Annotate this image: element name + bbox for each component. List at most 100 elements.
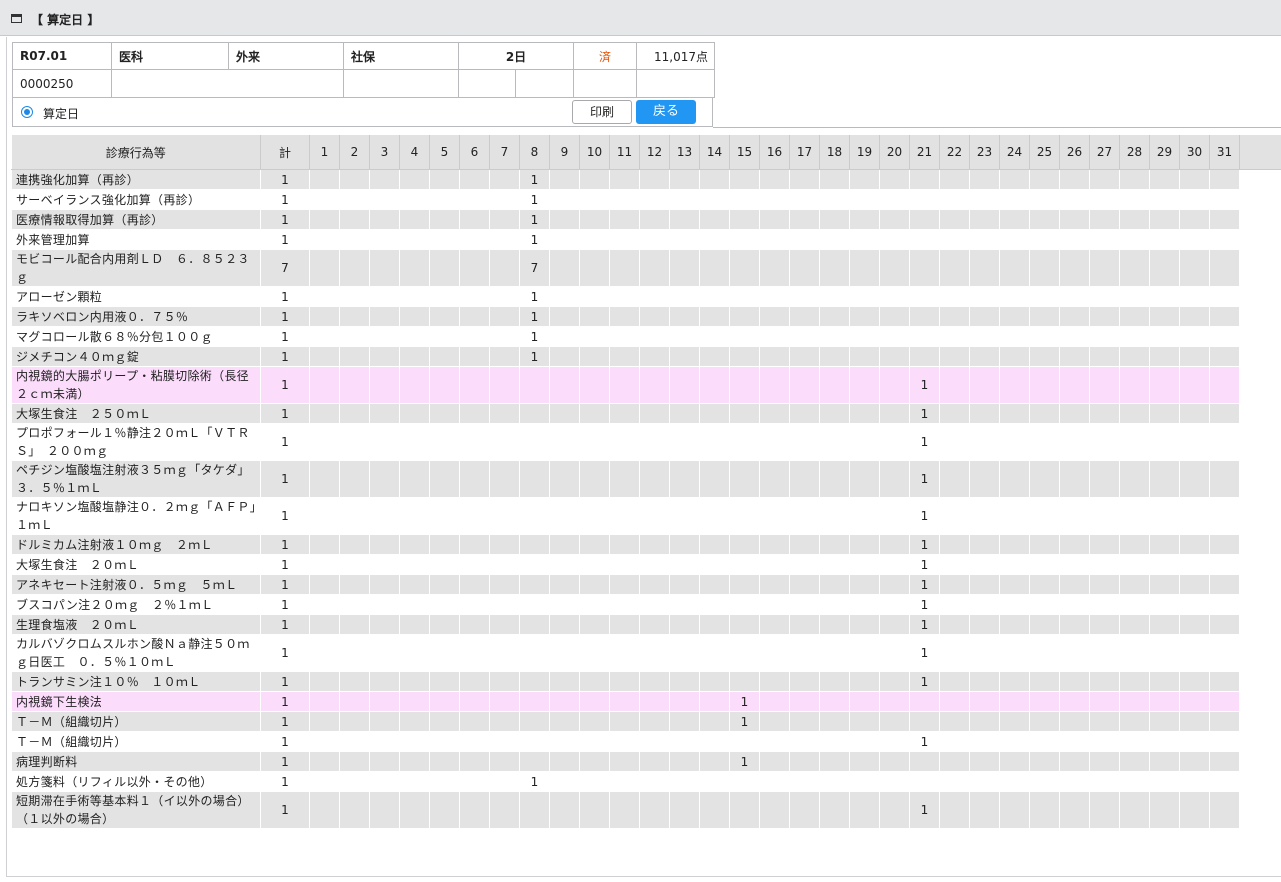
- table-row[interactable]: プロポフォール１％静注２０ｍＬ「ＶＴＲＳ」 ２００ｍｇ 1 1: [11, 423, 1281, 461]
- day-cell-10: [579, 169, 610, 190]
- day-cell-5: [429, 497, 460, 535]
- day-cell-24: [999, 346, 1030, 367]
- day-cell-5: [429, 423, 460, 461]
- header-day-27: 27: [1089, 135, 1120, 170]
- table-row[interactable]: サーベイランス強化加算（再診） 1 1: [11, 189, 1281, 210]
- back-button[interactable]: 戻る: [636, 100, 696, 124]
- day-cell-1: [309, 366, 340, 404]
- day-cell-9: [549, 751, 580, 772]
- day-cell-6: [459, 574, 490, 595]
- day-cell-24: [999, 249, 1030, 287]
- table-row[interactable]: Ｔ－Ｍ（組織切片） 1 1: [11, 711, 1281, 732]
- day-cell-28: [1119, 731, 1150, 752]
- day-cell-2: [339, 554, 370, 575]
- header-day-20: 20: [879, 135, 910, 170]
- day-cell-21: [909, 751, 940, 772]
- day-cell-18: [819, 594, 850, 615]
- day-cell-14: [699, 497, 730, 535]
- day-cell-16: [759, 497, 790, 535]
- table-row[interactable]: 内視鏡下生検法 1 1: [11, 691, 1281, 712]
- day-cell-10: [579, 614, 610, 635]
- day-cell-12: [639, 306, 670, 327]
- row-total: 1: [260, 791, 310, 829]
- table-row[interactable]: マグコロール散６８％分包１００ｇ 1 1: [11, 326, 1281, 347]
- table-row[interactable]: カルバゾクロムスルホン酸Ｎａ静注５０ｍｇ日医工 ０．５％１０ｍＬ 1 1: [11, 634, 1281, 672]
- day-cell-9: [549, 249, 580, 287]
- table-row[interactable]: 生理食塩液 ２０ｍＬ 1 1: [11, 614, 1281, 635]
- table-row[interactable]: ブスコパン注２０ｍｇ ２％１ｍＬ 1 1: [11, 594, 1281, 615]
- day-cell-27: [1089, 423, 1120, 461]
- table-row[interactable]: 内視鏡的大腸ポリープ・粘膜切除術（長径２ｃｍ未満） 1 1: [11, 366, 1281, 404]
- row-total: 1: [260, 534, 310, 555]
- day-cell-17: [789, 731, 820, 752]
- print-button[interactable]: 印刷: [572, 100, 632, 124]
- day-cell-17: [789, 366, 820, 404]
- day-cell-15: [729, 791, 760, 829]
- day-cell-19: [849, 403, 880, 424]
- table-row[interactable]: アローゼン顆粒 1 1: [11, 286, 1281, 307]
- day-cell-16: [759, 574, 790, 595]
- day-cell-5: [429, 711, 460, 732]
- day-cell-27: [1089, 169, 1120, 190]
- row-name: 連携強化加算（再診）: [11, 169, 261, 190]
- day-cell-11: [609, 423, 640, 461]
- day-cell-7: [489, 497, 520, 535]
- day-cell-25: [1029, 751, 1060, 772]
- day-cell-1: [309, 460, 340, 498]
- days-count: 2日: [458, 42, 574, 70]
- table-row[interactable]: 大塚生食注 ２５０ｍＬ 1 1: [11, 403, 1281, 424]
- table-row[interactable]: ナロキソン塩酸塩静注０．２ｍｇ「ＡＦＰ」１ｍＬ 1 1: [11, 497, 1281, 535]
- day-cell-29: [1149, 614, 1180, 635]
- row-total: 1: [260, 423, 310, 461]
- day-cell-29: [1149, 711, 1180, 732]
- table-row[interactable]: 病理判断料 1 1: [11, 751, 1281, 772]
- table-row[interactable]: ラキソベロン内用液０．７５％ 1 1: [11, 306, 1281, 327]
- day-cell-12: [639, 751, 670, 772]
- day-cell-25: [1029, 423, 1060, 461]
- day-cell-13: [669, 169, 700, 190]
- day-cell-31: [1209, 554, 1240, 575]
- header-total: 計: [260, 135, 310, 170]
- santei-radio[interactable]: [21, 106, 33, 118]
- table-row[interactable]: ジメチコン４０ｍｇ錠 1 1: [11, 346, 1281, 367]
- day-cell-7: [489, 249, 520, 287]
- header-day-28: 28: [1119, 135, 1150, 170]
- day-cell-23: [969, 189, 1000, 210]
- day-cell-23: [969, 691, 1000, 712]
- table-row[interactable]: Ｔ－Ｍ（組織切片） 1 1: [11, 731, 1281, 752]
- day-cell-3: [369, 671, 400, 692]
- day-cell-9: [549, 554, 580, 575]
- day-cell-12: [639, 534, 670, 555]
- row-total: 1: [260, 671, 310, 692]
- table-row[interactable]: 大塚生食注 ２０ｍＬ 1 1: [11, 554, 1281, 575]
- day-cell-17: [789, 497, 820, 535]
- day-cell-13: [669, 460, 700, 498]
- table-row[interactable]: 処方箋料（リフィル以外・その他） 1 1: [11, 771, 1281, 792]
- table-row[interactable]: アネキセート注射液０．５ｍｇ ５ｍＬ 1 1: [11, 574, 1281, 595]
- day-cell-8: [519, 671, 550, 692]
- table-row[interactable]: ドルミカム注射液１０ｍｇ ２ｍＬ 1 1: [11, 534, 1281, 555]
- day-cell-7: [489, 634, 520, 672]
- row-filler: [1239, 326, 1281, 347]
- table-row[interactable]: 外来管理加算 1 1: [11, 229, 1281, 250]
- table-row[interactable]: 連携強化加算（再診） 1 1: [11, 169, 1281, 190]
- day-cell-22: [939, 711, 970, 732]
- day-cell-10: [579, 671, 610, 692]
- day-cell-27: [1089, 534, 1120, 555]
- table-row[interactable]: 短期滞在手術等基本料１（イ以外の場合）（１以外の場合） 1 1: [11, 791, 1281, 829]
- day-cell-26: [1059, 229, 1090, 250]
- day-cell-22: [939, 554, 970, 575]
- day-cell-16: [759, 229, 790, 250]
- day-cell-8: [519, 751, 550, 772]
- day-cell-26: [1059, 460, 1090, 498]
- day-cell-17: [789, 249, 820, 287]
- table-row[interactable]: ペチジン塩酸塩注射液３５ｍｇ「タケダ」３．５％１ｍＬ 1 1: [11, 460, 1281, 498]
- table-row[interactable]: モビコール配合内用剤ＬＤ ６．８５２３ｇ 7 7: [11, 249, 1281, 287]
- row-filler: [1239, 403, 1281, 424]
- day-cell-3: [369, 460, 400, 498]
- table-row[interactable]: トランサミン注１０％ １０ｍＬ 1 1: [11, 671, 1281, 692]
- day-cell-30: [1179, 771, 1210, 792]
- table-row[interactable]: 医療情報取得加算（再診） 1 1: [11, 209, 1281, 230]
- day-cell-21: 1: [909, 791, 940, 829]
- day-cell-25: [1029, 554, 1060, 575]
